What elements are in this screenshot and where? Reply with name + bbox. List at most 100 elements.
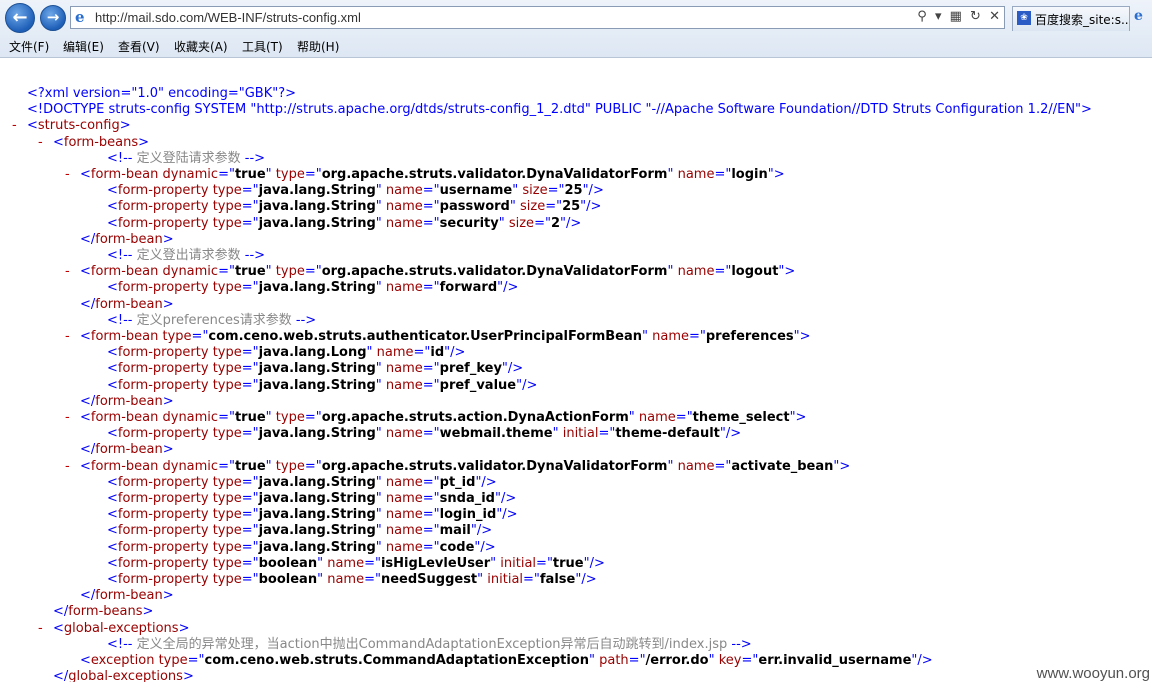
- collapse-toggle[interactable]: -: [38, 621, 43, 637]
- xml-token: form-property type: [117, 539, 242, 555]
- xml-token: "/>: [494, 491, 517, 506]
- xml-token: org.apache.struts.validator.DynaValidato…: [321, 264, 668, 280]
- xml-token: =": [304, 264, 322, 280]
- xml-token: ": [375, 507, 386, 523]
- compatibility-icon[interactable]: ▦: [950, 9, 962, 24]
- xml-token: password: [439, 199, 510, 215]
- xml-token: org.apache.struts.action.DynaActionForm: [321, 410, 629, 425]
- menu-edit[interactable]: 编辑(E): [63, 38, 104, 55]
- xml-token: name: [376, 345, 414, 361]
- xml-token: </: [80, 588, 96, 604]
- xml-token: form-beans: [63, 134, 139, 150]
- collapse-toggle[interactable]: -: [65, 459, 70, 475]
- xml-token: >: [138, 134, 150, 150]
- xml-token: <!--: [107, 248, 133, 263]
- xml-token: err.invalid_username: [758, 653, 912, 668]
- xml-token: </: [80, 231, 96, 247]
- xml-token: boolean: [258, 555, 318, 571]
- xml-token: ": [667, 264, 678, 280]
- xml-token: ": [265, 167, 276, 182]
- xml-token: ": [498, 215, 509, 231]
- xml-token: "/>: [583, 555, 605, 571]
- collapse-toggle[interactable]: -: [38, 135, 43, 151]
- xml-token: =": [422, 199, 440, 215]
- xml-token: =": [545, 199, 563, 215]
- xml-token: =": [218, 167, 235, 182]
- xml-token: <: [107, 474, 118, 490]
- xml-token: ": [490, 555, 501, 571]
- xml-token: form-property type: [117, 523, 242, 539]
- xml-line: <form-bean dynamic="true" type="org.apac…: [80, 264, 795, 280]
- xml-token: name: [385, 523, 423, 539]
- xml-token: =": [422, 523, 440, 539]
- collapse-toggle[interactable]: -: [65, 167, 70, 183]
- xml-token: theme-default: [615, 426, 720, 442]
- xml-token: form-bean: [95, 442, 163, 458]
- xml-line: <form-bean dynamic="true" type="org.apac…: [80, 459, 850, 475]
- xml-token: =": [218, 458, 235, 474]
- xml-token: username: [439, 183, 513, 199]
- xml-viewer: <?xml version="1.0" encoding="GBK"?> <!DO…: [0, 58, 1152, 682]
- xml-token: name: [327, 555, 365, 571]
- xml-line: <form-property type="java.lang.String" n…: [107, 426, 741, 442]
- xml-token: 定义preferences请求参数: [132, 312, 296, 328]
- search-icon[interactable]: ⚲: [917, 9, 927, 24]
- xml-token: <: [80, 653, 91, 668]
- xml-token: "/>: [582, 183, 604, 199]
- xml-token: java.lang.String: [258, 539, 376, 555]
- xml-token: "/>: [470, 523, 493, 539]
- menu-view[interactable]: 查看(V): [118, 38, 160, 55]
- xml-line: </form-bean>: [80, 297, 174, 313]
- dropdown-icon[interactable]: ▾: [935, 9, 942, 24]
- xml-line: <form-property type="java.lang.String" n…: [107, 523, 492, 539]
- xml-token: login_id: [439, 507, 497, 523]
- xml-token: /error.do: [645, 653, 709, 668]
- menu-tools[interactable]: 工具(T): [242, 38, 283, 55]
- xml-token: -->: [244, 150, 266, 166]
- collapse-toggle[interactable]: -: [12, 118, 17, 134]
- xml-token: =": [422, 491, 440, 506]
- xml-token: =": [241, 491, 259, 506]
- xml-token: ": [708, 653, 719, 668]
- xml-token: name: [327, 572, 365, 587]
- xml-token: initial: [562, 426, 599, 442]
- xml-token: =": [241, 426, 259, 442]
- xml-token: 定义登出请求参数: [132, 248, 245, 263]
- xml-token: =": [304, 410, 322, 425]
- menu-file[interactable]: 文件(F): [9, 38, 49, 55]
- xml-token: name: [652, 329, 689, 344]
- xml-token: =": [364, 555, 381, 571]
- xml-token: <: [107, 426, 118, 442]
- xml-token: isHigLevleUser: [380, 555, 491, 571]
- xml-line: <form-property type="java.lang.String" n…: [107, 199, 601, 215]
- xml-token: pt_id: [439, 474, 476, 490]
- xml-token: <: [107, 539, 118, 555]
- xml-token: initial: [487, 572, 524, 587]
- xml-token: forward: [439, 280, 498, 296]
- new-tab-icon[interactable]: e: [1134, 8, 1152, 30]
- forward-arrow-icon[interactable]: →: [40, 5, 66, 31]
- xml-token: name: [385, 280, 423, 296]
- address-bar[interactable]: e http://mail.sdo.com/WEB-INF/struts-con…: [70, 6, 1005, 29]
- collapse-toggle[interactable]: -: [65, 329, 70, 345]
- collapse-toggle[interactable]: -: [65, 410, 70, 426]
- stop-icon[interactable]: ✕: [989, 9, 1000, 24]
- xml-token: 25: [562, 199, 581, 215]
- xml-token: "/>: [575, 572, 597, 587]
- xml-token: form-property type: [117, 507, 242, 523]
- menu-favorites[interactable]: 收藏夹(A): [174, 38, 228, 55]
- xml-token: <: [107, 361, 118, 377]
- refresh-icon[interactable]: ↻: [970, 9, 981, 24]
- xml-token: <: [107, 377, 118, 393]
- xml-line: <!-- 定义全局的异常处理，当action中抛出CommandAdaptati…: [107, 637, 752, 653]
- url-text[interactable]: http://mail.sdo.com/WEB-INF/struts-confi…: [95, 10, 361, 25]
- xml-token: name: [385, 215, 423, 231]
- xml-token: ": [628, 410, 639, 425]
- xml-token: name: [385, 377, 423, 393]
- collapse-toggle[interactable]: -: [65, 264, 70, 280]
- back-arrow-icon[interactable]: ←: [5, 3, 35, 33]
- xml-token: "/>: [911, 653, 933, 668]
- menu-help[interactable]: 帮助(H): [297, 38, 339, 55]
- browser-tab[interactable]: ❀ 百度搜索_site:s...: [1012, 6, 1130, 31]
- xml-token: 25: [564, 183, 583, 199]
